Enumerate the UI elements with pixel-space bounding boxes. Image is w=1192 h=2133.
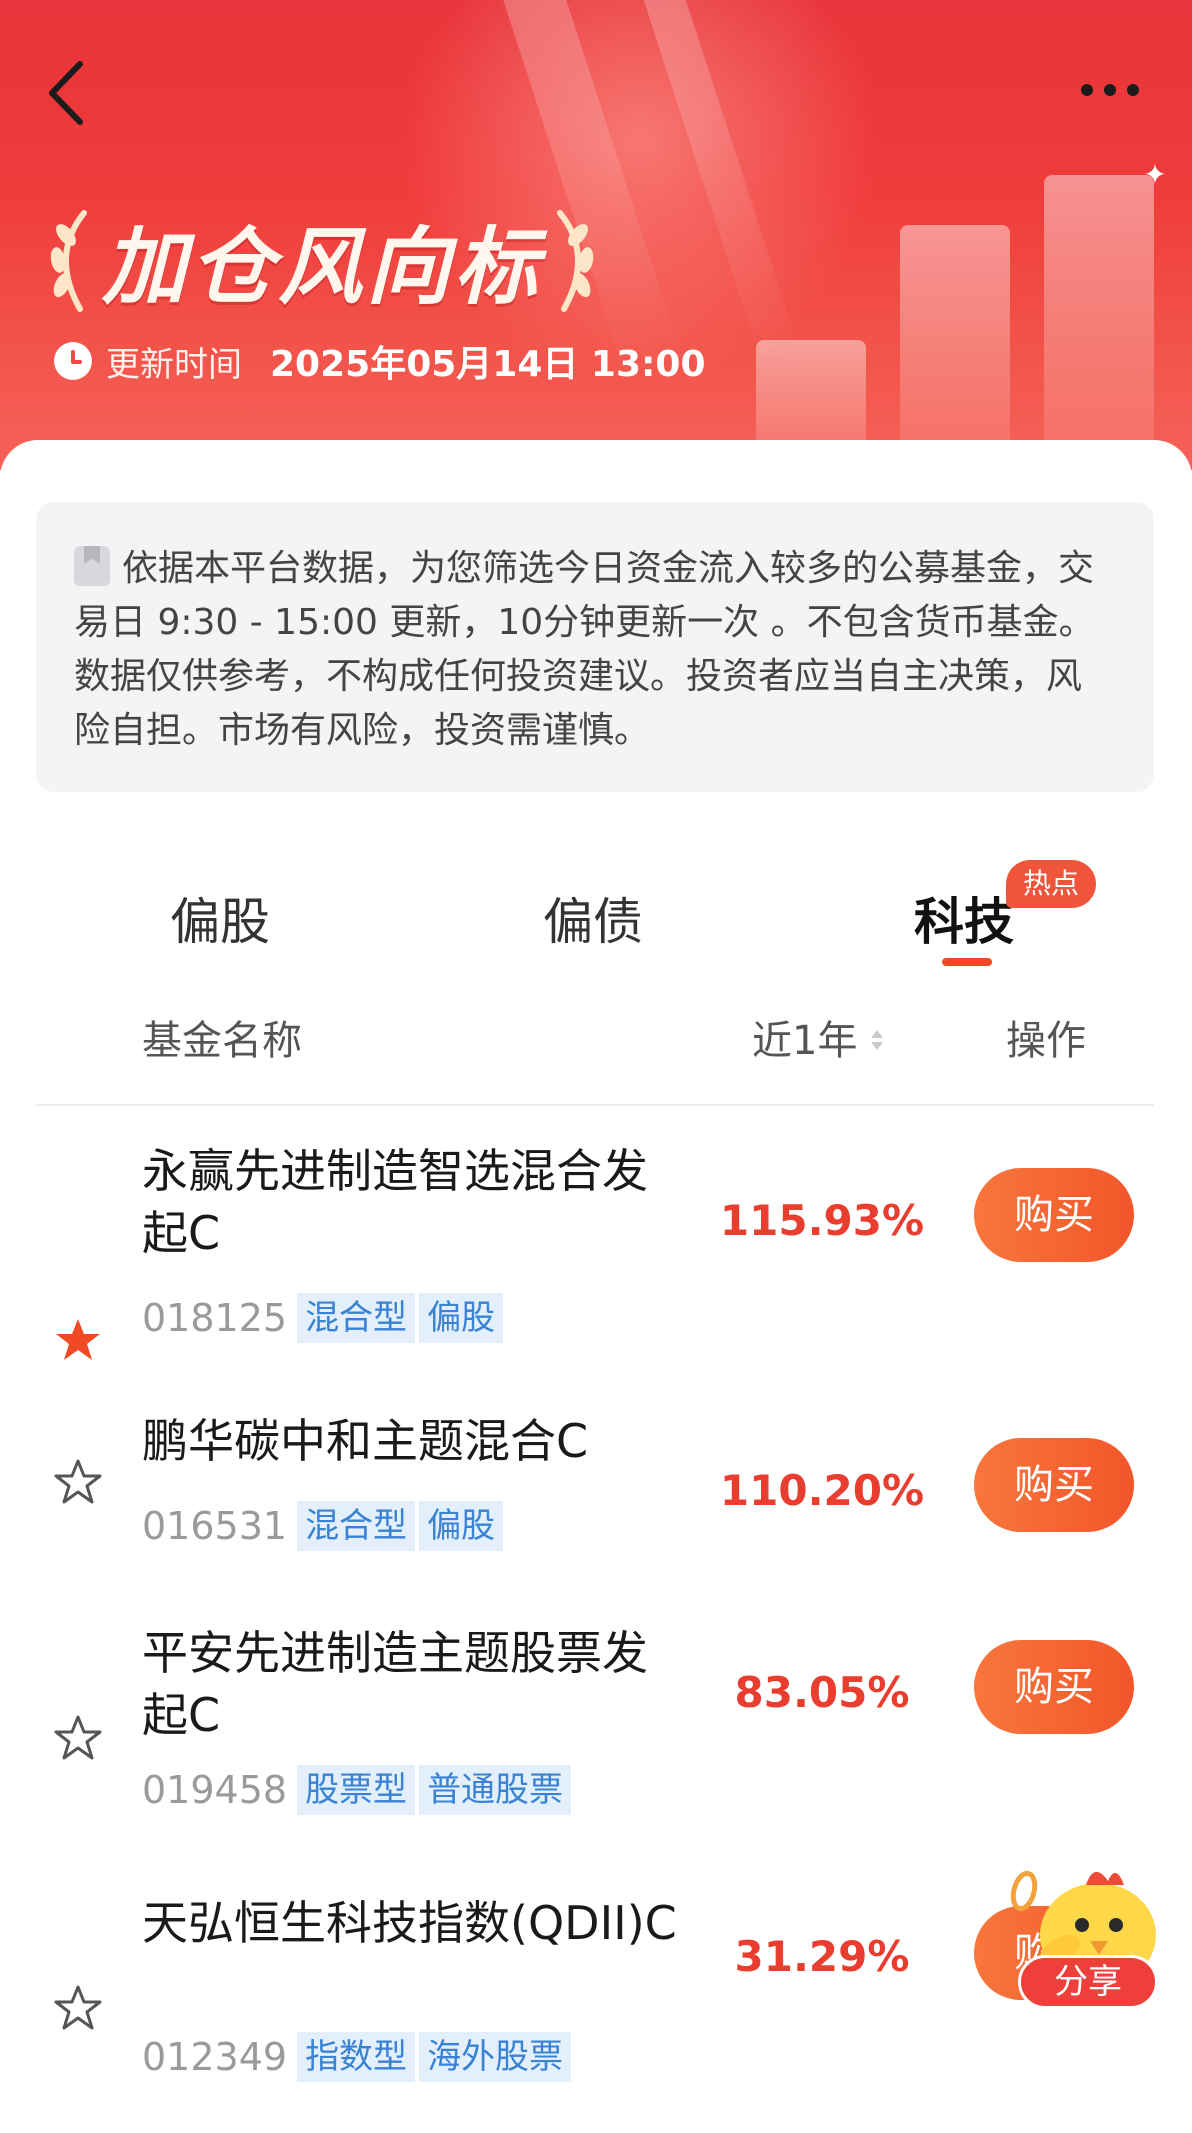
buy-button[interactable]: 购买 [974,1438,1134,1532]
fund-meta: 016531 混合型 偏股 [142,1501,507,1551]
hot-badge: 热点 [1006,860,1096,908]
buy-button[interactable]: 购买 [974,1640,1134,1734]
more-dot-icon [1104,84,1116,96]
fund-return: 115.93% [719,1196,925,1245]
fund-return: 83.05% [734,1668,910,1717]
laurel-right-icon [557,210,594,312]
fund-name[interactable]: 鹏华碳中和主题混合C [142,1410,682,1472]
column-header-action: 操作 [1006,1018,1086,1064]
table-row[interactable]: 永赢先进制造智选混合发起C 018125 混合型 偏股 115.93% 购买 [0,1140,1192,1380]
more-dot-icon [1127,84,1139,96]
update-time-label: 更新时间 [106,344,242,385]
fund-code: 012349 [142,2035,288,2079]
page-title-block: 加仓风向标 [36,200,608,320]
header-banner: ✦ 加仓风向标 更新时间 2025年05月14日 13:00 [0,0,1192,470]
fund-style-tag: 偏股 [419,1501,504,1551]
update-time-value: 2025年05月14日 13:00 [270,344,706,385]
fund-meta: 018125 混合型 偏股 [142,1293,507,1343]
fund-meta: 019458 股票型 普通股票 [142,1765,575,1815]
laurel-left-icon [50,210,87,312]
table-row[interactable]: 鹏华碳中和主题混合C 016531 混合型 偏股 110.20% 购买 [0,1410,1192,1590]
star-filled-icon[interactable] [54,1316,102,1364]
fund-return: 31.29% [734,1932,910,1981]
star-outline-icon[interactable] [54,1714,102,1762]
tab-tech[interactable]: 科技 [914,882,1014,954]
fund-type-tag: 混合型 [297,1293,416,1343]
column-header-return[interactable]: 近1年 [752,1008,885,1066]
back-button[interactable] [40,58,100,128]
buy-button[interactable]: 购买 [974,1168,1134,1262]
tab-bond[interactable]: 偏债 [543,882,643,954]
fund-type-tag: 指数型 [297,2032,416,2082]
fund-return: 110.20% [719,1466,925,1515]
fund-code: 019458 [142,1768,288,1812]
fund-code: 016531 [142,1504,288,1548]
page-title: 加仓风向标 [102,216,543,316]
disclaimer-text: 依据本平台数据，为您筛选今日资金流入较多的公募基金，交易日 9:30 - 15:… [74,548,1095,751]
chevron-left-icon [49,61,83,125]
column-header-fund-name: 基金名称 [142,1018,302,1064]
fund-type-tag: 混合型 [297,1501,416,1551]
more-dot-icon [1081,84,1093,96]
fund-style-tag: 普通股票 [419,1765,572,1815]
tab-equity[interactable]: 偏股 [170,882,270,954]
fund-style-tag: 偏股 [419,1293,504,1343]
share-floating-button[interactable]: 分享 [998,1855,1178,2025]
bookmark-icon [74,546,110,586]
sort-icon [869,1028,885,1054]
fund-code: 018125 [142,1296,288,1340]
table-row[interactable]: 平安先进制造主题股票发起C 019458 股票型 普通股票 83.05% 购买 [0,1622,1192,1862]
fund-name[interactable]: 天弘恒生科技指数(QDII)C [142,1892,682,1954]
column-header-return-label: 近1年 [752,1018,858,1064]
fund-name[interactable]: 永赢先进制造智选混合发起C [142,1140,682,1264]
header-decor-bar [900,225,1010,470]
disclaimer-notice: 依据本平台数据，为您筛选今日资金流入较多的公募基金，交易日 9:30 - 15:… [36,502,1154,792]
fund-type-tag: 股票型 [297,1765,416,1815]
more-options-button[interactable] [1075,70,1145,110]
star-outline-icon[interactable] [54,1984,102,2032]
sparkle-icon: ✦ [1143,158,1167,191]
share-label: 分享 [1018,1955,1158,2009]
star-outline-icon[interactable] [54,1458,102,1506]
header-decor-bar [1044,175,1154,470]
active-tab-indicator [942,958,992,966]
fund-meta: 012349 指数型 海外股票 [142,2032,575,2082]
clock-icon [54,342,92,380]
fund-name[interactable]: 平安先进制造主题股票发起C [142,1622,682,1746]
fund-style-tag: 海外股票 [419,2032,572,2082]
header-divider [36,1104,1154,1106]
update-time-row: 更新时间 2025年05月14日 13:00 [54,336,706,386]
